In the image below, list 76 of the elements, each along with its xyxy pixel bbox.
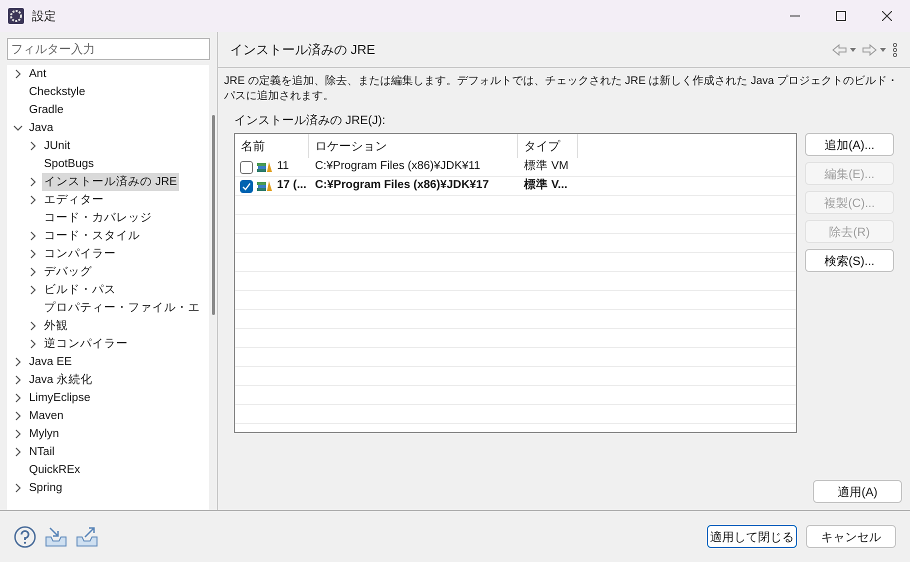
chevron-right-icon[interactable] bbox=[13, 375, 23, 385]
chevron-right-icon[interactable] bbox=[28, 285, 38, 295]
tree-item[interactable]: インストール済みの JRE bbox=[42, 173, 179, 191]
window-title: 設定 bbox=[32, 8, 56, 25]
tree-item[interactable]: Ant bbox=[27, 65, 48, 83]
chevron-right-icon[interactable] bbox=[28, 249, 38, 259]
tree-item[interactable]: Java bbox=[27, 119, 56, 137]
tree-item[interactable]: コード・カバレッジ bbox=[42, 209, 154, 227]
apply-button[interactable]: 適用(A) bbox=[813, 480, 902, 503]
dialog-button[interactable]: キャンセル bbox=[806, 525, 896, 548]
chevron-right-icon[interactable] bbox=[13, 429, 23, 439]
column-header[interactable]: ロケーション bbox=[309, 134, 518, 158]
action-button[interactable]: 追加(A)... bbox=[805, 133, 894, 156]
tree-item[interactable]: QuickREx bbox=[27, 461, 82, 479]
chevron-down-icon[interactable] bbox=[13, 123, 23, 133]
tree-item[interactable]: JUnit bbox=[42, 137, 72, 155]
tree-item[interactable]: プロパティー・ファイル・エ bbox=[42, 299, 202, 317]
chevron-right-icon[interactable] bbox=[13, 393, 23, 403]
tree-item[interactable]: Mylyn bbox=[27, 425, 62, 443]
chevron-right-icon[interactable] bbox=[28, 177, 38, 187]
books-icon bbox=[257, 180, 273, 192]
chevron-right-icon[interactable] bbox=[13, 447, 23, 457]
page-title: インストール済みの JRE bbox=[230, 40, 376, 59]
filter-field[interactable]: フィルター入力 bbox=[7, 38, 210, 60]
tree-item[interactable]: Gradle bbox=[27, 101, 66, 119]
tree-item[interactable]: コンパイラー bbox=[42, 245, 118, 263]
import-icon[interactable] bbox=[45, 526, 67, 546]
close-icon bbox=[882, 11, 892, 21]
scrollbar-thumb[interactable] bbox=[212, 115, 215, 315]
books-icon bbox=[257, 161, 273, 173]
table-cell-text: C:¥Program Files (x86)¥JDK¥17 bbox=[314, 178, 490, 194]
column-header[interactable]: タイプ bbox=[518, 134, 578, 158]
description-text: JRE の定義を追加、除去、または編集します。デフォルトでは、チェックされた JRE は新しく作成された Java プロジェクトのビルド・パスに追加されます。 bbox=[223, 74, 900, 104]
chevron-right-icon[interactable] bbox=[28, 321, 38, 331]
maximize-icon bbox=[836, 11, 846, 21]
table-cell-text: 標準 VM bbox=[523, 158, 570, 174]
chevron-right-icon[interactable] bbox=[28, 339, 38, 349]
tree-item[interactable]: デバッグ bbox=[42, 263, 94, 281]
tree-item[interactable]: LimyEclipse bbox=[27, 389, 92, 407]
table-cell-text: 標準 V... bbox=[522, 177, 568, 194]
back-arrow-icon[interactable] bbox=[832, 44, 858, 56]
checkbox[interactable] bbox=[240, 180, 253, 192]
chevron-right-icon[interactable] bbox=[13, 357, 23, 367]
tree-item[interactable]: SpotBugs bbox=[42, 155, 96, 173]
gear-icon bbox=[8, 8, 24, 24]
tree-item[interactable]: 外観 bbox=[42, 317, 70, 335]
tree-item[interactable]: エディター bbox=[42, 191, 106, 209]
chevron-right-icon[interactable] bbox=[13, 69, 23, 79]
chevron-right-icon[interactable] bbox=[13, 411, 23, 421]
chevron-right-icon[interactable] bbox=[28, 267, 38, 277]
tree-item[interactable]: Maven bbox=[27, 407, 66, 425]
tree-item[interactable]: Java EE bbox=[27, 353, 74, 371]
checkbox[interactable] bbox=[240, 160, 253, 174]
more-menu-icon[interactable] bbox=[892, 42, 898, 56]
action-button[interactable]: 検索(S)... bbox=[805, 249, 894, 272]
tree-item[interactable]: Java 永続化 bbox=[27, 371, 94, 389]
chevron-right-icon[interactable] bbox=[28, 195, 38, 205]
checkmark-icon bbox=[242, 182, 251, 190]
tree-item[interactable]: Checkstyle bbox=[27, 83, 88, 101]
table-label: インストール済みの JRE(J): bbox=[234, 112, 386, 129]
export-icon[interactable] bbox=[76, 526, 98, 546]
column-header[interactable]: 名前 bbox=[235, 134, 309, 158]
help-icon[interactable] bbox=[14, 526, 36, 548]
tree-item[interactable]: NTail bbox=[27, 443, 57, 461]
chevron-right-icon[interactable] bbox=[28, 141, 38, 151]
table-cell-text: 11 bbox=[277, 159, 289, 174]
chevron-right-icon[interactable] bbox=[28, 231, 38, 241]
tree-item[interactable]: ビルド・パス bbox=[42, 281, 118, 299]
table-cell-text: 17 (... bbox=[277, 178, 306, 194]
tree-item[interactable]: Spring bbox=[27, 479, 64, 497]
tree-item[interactable]: 逆コンパイラー bbox=[42, 335, 130, 353]
dialog-button[interactable]: 適用して閉じる bbox=[707, 525, 797, 548]
forward-arrow-icon[interactable] bbox=[862, 44, 888, 56]
tree-item[interactable]: コード・スタイル bbox=[42, 227, 142, 245]
chevron-right-icon[interactable] bbox=[13, 483, 23, 493]
table-cell-text: C:¥Program Files (x86)¥JDK¥11 bbox=[314, 159, 482, 174]
